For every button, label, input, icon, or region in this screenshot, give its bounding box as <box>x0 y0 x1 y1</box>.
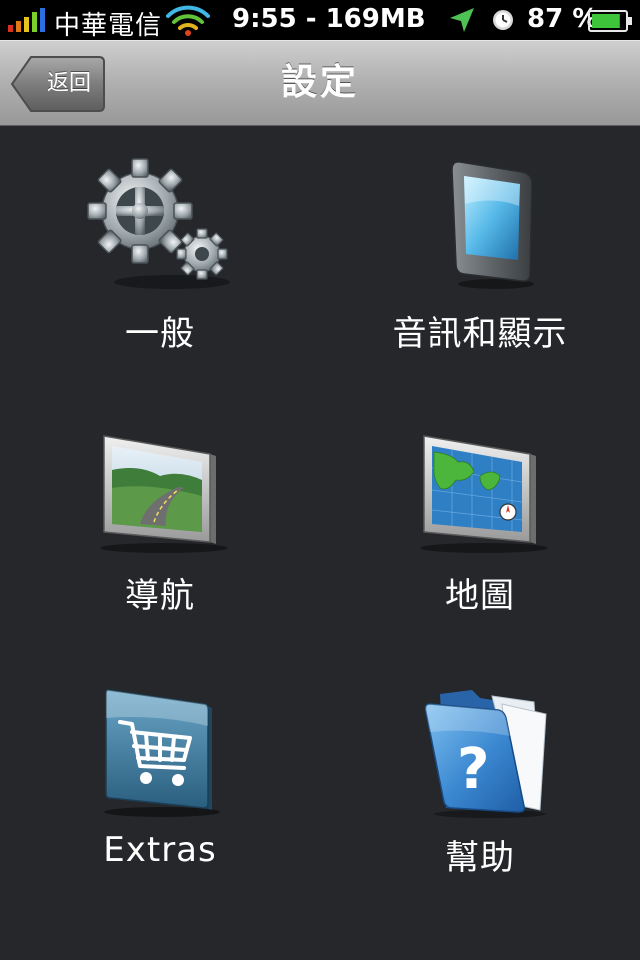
menu-item-audio-display[interactable]: 音訊和顯示 <box>320 136 640 398</box>
menu-item-general[interactable]: 一般 <box>0 136 320 398</box>
shopping-cart-icon <box>80 680 240 820</box>
menu-item-help[interactable]: ? 幫助 <box>320 660 640 922</box>
road-screen-icon <box>80 418 240 558</box>
status-clock: 9:55 - 169MB <box>232 4 426 34</box>
page-title: 設定 <box>280 62 359 103</box>
screen: 中華電信 9:55 - 169MB 87 % 返回 設定 一般 音訊和顯示 導航… <box>0 0 640 960</box>
help-folder-icon: ? <box>400 680 560 820</box>
carrier-name: 中華電信 <box>54 11 163 41</box>
menu-item-label: 導航 <box>125 576 195 616</box>
device-icon <box>400 156 560 296</box>
menu-item-label: 幫助 <box>445 838 515 878</box>
gears-icon <box>80 156 240 296</box>
svg-text:?: ? <box>457 737 489 802</box>
menu-item-label: Extras <box>103 830 217 870</box>
status-bar: 中華電信 9:55 - 169MB 87 % <box>0 0 640 42</box>
battery-icon <box>588 9 634 38</box>
menu-item-label: 一般 <box>125 314 195 354</box>
menu-item-navigation[interactable]: 導航 <box>0 398 320 660</box>
menu-item-extras[interactable]: Extras <box>0 660 320 922</box>
alarm-clock-icon <box>490 6 516 38</box>
navigation-bar: 返回 設定 <box>0 40 640 126</box>
menu-item-label: 音訊和顯示 <box>392 314 568 354</box>
menu-item-label: 地圖 <box>445 576 515 616</box>
signal-icon <box>8 8 48 38</box>
location-arrow-icon <box>448 6 476 40</box>
map-screen-icon <box>400 418 560 558</box>
wifi-icon <box>166 4 210 42</box>
menu-item-map[interactable]: 地圖 <box>320 398 640 660</box>
